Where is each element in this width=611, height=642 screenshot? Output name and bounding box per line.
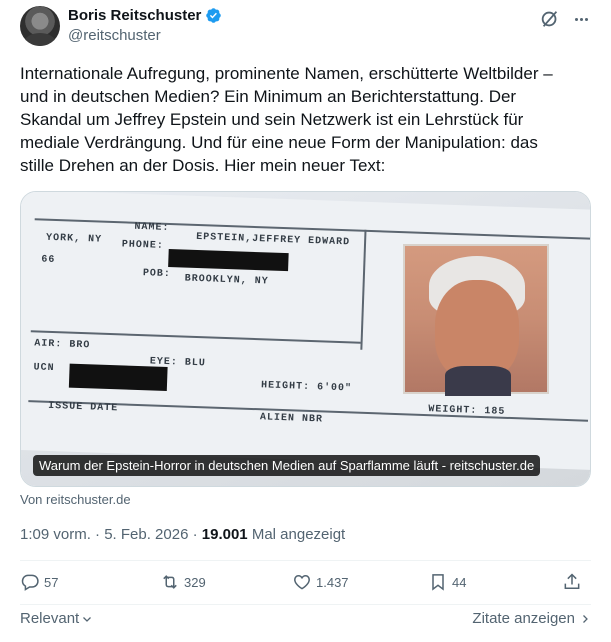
link-card[interactable]: YORK, NY NAME: EPSTEIN,JEFFREY EDWARD PH… — [20, 191, 591, 487]
repost-button[interactable]: 329 — [160, 572, 206, 592]
repost-icon — [163, 575, 177, 589]
form-york: YORK, NY — [45, 232, 103, 246]
view-quotes-label: Zitate anzeigen — [472, 610, 575, 627]
card-source[interactable]: Von reitschuster.de — [20, 492, 131, 507]
heart-icon — [294, 574, 310, 590]
form-name-value: EPSTEIN,JEFFREY EDWARD — [195, 231, 351, 249]
sort-dropdown[interactable]: Relevant — [20, 610, 93, 627]
form-ucn: UCN — [33, 362, 55, 375]
author-name-row: Boris Reitschuster — [68, 7, 222, 24]
reply-button[interactable]: 57 — [20, 572, 58, 592]
like-button[interactable]: 1.437 — [292, 572, 349, 592]
divider — [20, 560, 591, 561]
timestamp[interactable]: 1:09 vorm. · 5. Feb. 2026 · — [20, 526, 202, 543]
tweet-header: Boris Reitschuster @reitschuster — [20, 4, 591, 46]
bookmark-icon — [432, 574, 444, 591]
form-hair: AIR: BRO — [34, 338, 91, 352]
card-image[interactable]: YORK, NY NAME: EPSTEIN,JEFFREY EDWARD PH… — [21, 192, 590, 486]
form-issue-date: ISSUE DATE — [47, 400, 119, 415]
replies-footer: Relevant Zitate anzeigen — [20, 608, 591, 632]
form-height: HEIGHT: 6'00" — [260, 380, 353, 395]
verified-badge-icon — [206, 8, 222, 23]
grok-icon[interactable] — [539, 8, 561, 30]
chevron-right-icon — [583, 614, 588, 623]
author-display-name[interactable]: Boris Reitschuster — [68, 7, 201, 24]
view-count: 19.001 — [201, 526, 248, 543]
author-handle[interactable]: @reitschuster — [68, 27, 161, 44]
mugshot-photo — [403, 244, 549, 396]
sort-label: Relevant — [20, 610, 80, 627]
divider — [20, 604, 591, 605]
tweet-text: Internationale Aufregung, prominente Nam… — [20, 64, 553, 175]
form-pob-value: BROOKLYN, NY — [184, 273, 269, 288]
card-caption[interactable]: Warum der Epstein-Horror in deutschen Me… — [33, 455, 541, 476]
repost-count: 329 — [184, 574, 206, 590]
more-options-icon[interactable] — [571, 8, 591, 30]
form-phone-label: PHONE: — [121, 239, 165, 252]
form-name-label: NAME: — [134, 221, 170, 234]
share-icon — [564, 573, 580, 589]
chevron-down-icon — [83, 616, 92, 622]
bookmark-count: 44 — [452, 574, 467, 590]
tweet-meta: 1:09 vorm. · 5. Feb. 2026 · 19.001 Mal a… — [20, 526, 345, 543]
form-number: 66 — [41, 254, 56, 267]
view-quotes-link[interactable]: Zitate anzeigen — [472, 610, 591, 627]
reply-icon — [21, 574, 39, 591]
like-count: 1.437 — [316, 574, 349, 590]
bookmark-button[interactable]: 44 — [428, 572, 466, 592]
views-label: Mal angezeigt — [247, 526, 346, 543]
share-button[interactable] — [562, 572, 582, 592]
action-bar: 57 329 1.437 44 — [20, 572, 591, 602]
form-alien-nbr: ALIEN NBR — [259, 412, 324, 426]
avatar[interactable] — [20, 6, 60, 46]
form-pob-label: POB: — [142, 268, 172, 281]
reply-count: 57 — [44, 574, 59, 590]
